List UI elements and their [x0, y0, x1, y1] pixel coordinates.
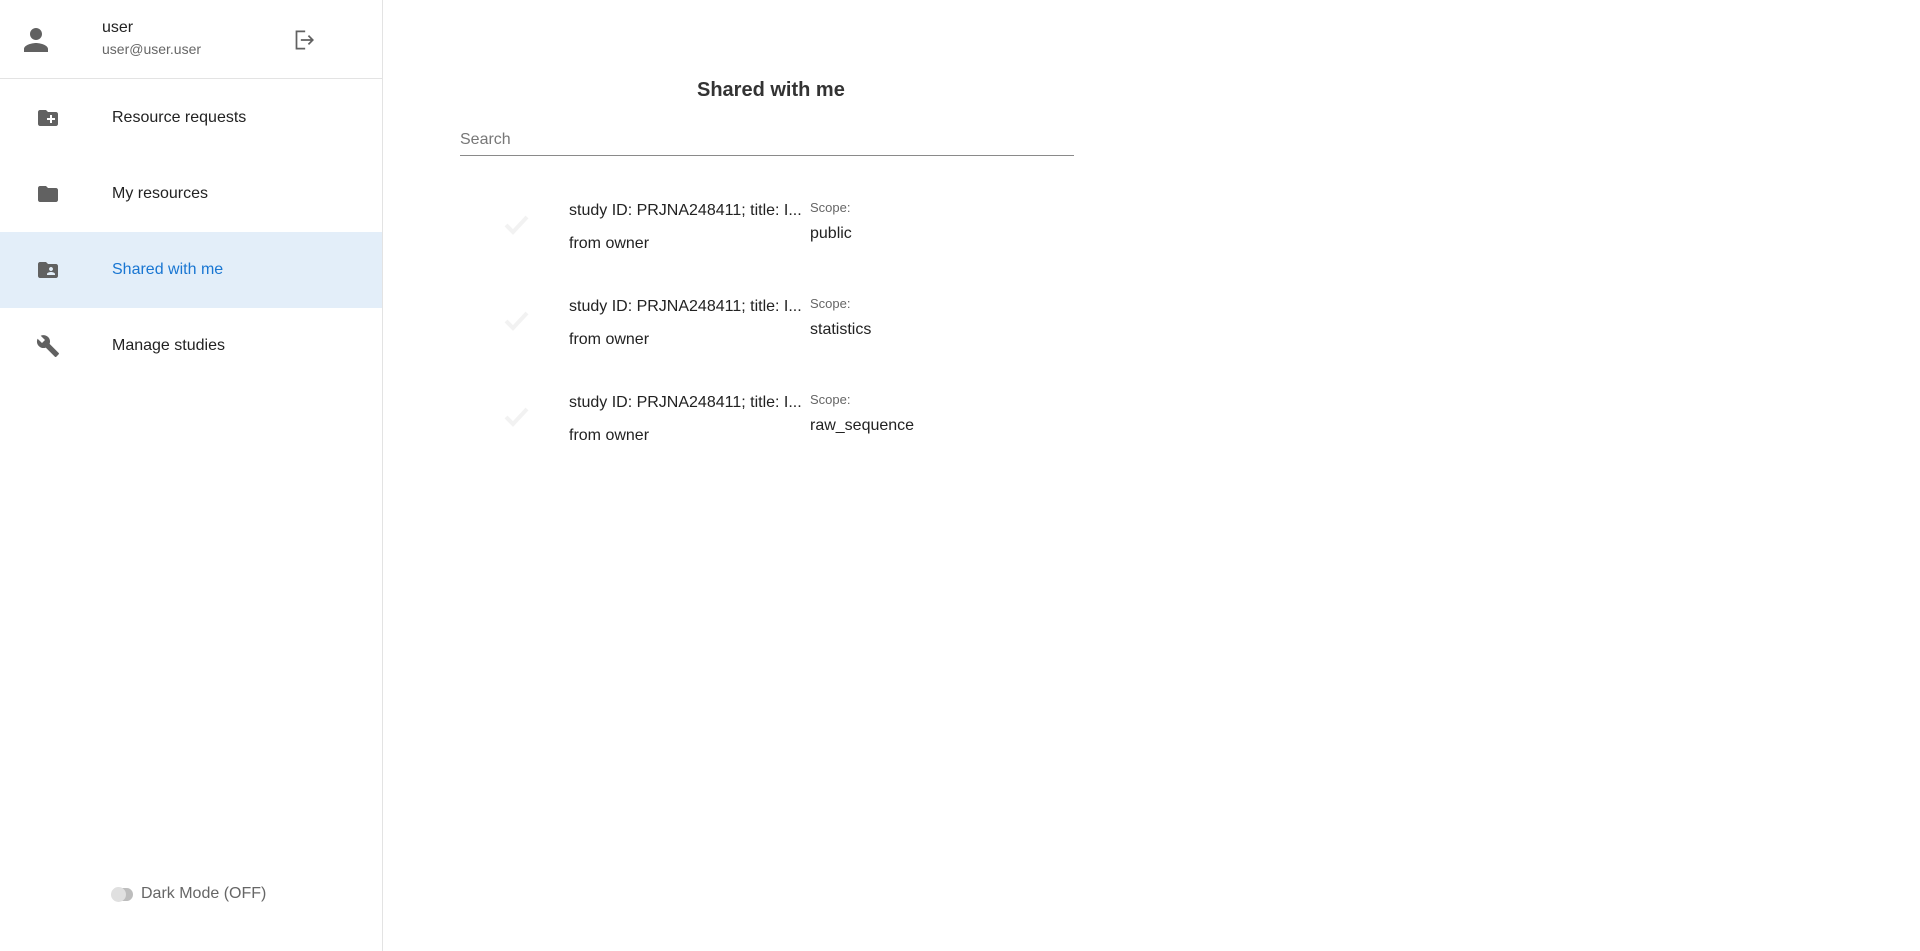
sidebar: user user@user.user Resource requests My…: [0, 0, 383, 951]
dark-mode-toggle[interactable]: Dark Mode (OFF): [111, 885, 267, 903]
scope-label: Scope:: [810, 200, 851, 215]
sidebar-item-label: Shared with me: [112, 261, 224, 278]
sidebar-item-label: Resource requests: [112, 109, 247, 126]
logout-icon[interactable]: [290, 27, 316, 53]
sidebar-nav: Resource requests My resources Shared wi…: [0, 80, 382, 384]
user-block: user user@user.user: [0, 0, 383, 79]
scope-label: Scope:: [810, 392, 851, 407]
folder-plus-icon: [38, 110, 58, 126]
user-name: user: [102, 19, 134, 36]
person-icon: [24, 28, 48, 52]
sidebar-item-shared-with-me[interactable]: Shared with me: [0, 232, 382, 308]
list-item[interactable]: study ID: PRJNA248411; title: I... from …: [460, 382, 1074, 478]
sidebar-item-label: My resources: [112, 185, 209, 202]
toggle-switch[interactable]: [111, 886, 133, 902]
check-icon: [504, 311, 529, 331]
list-item[interactable]: study ID: PRJNA248411; title: I... from …: [460, 286, 1074, 382]
item-title: study ID: PRJNA248411; title: I...: [569, 202, 802, 219]
folder-shared-icon: [38, 262, 58, 278]
check-icon: [504, 215, 529, 235]
scope-label: Scope:: [810, 296, 851, 311]
shared-resource-list: study ID: PRJNA248411; title: I... from …: [460, 190, 1074, 478]
wrench-icon: [36, 335, 59, 357]
item-owner: from owner: [569, 235, 650, 252]
check-icon: [504, 407, 529, 427]
dark-mode-label: Dark Mode (OFF): [141, 885, 267, 902]
user-email: user@user.user: [102, 41, 202, 57]
scope-value: public: [810, 225, 852, 242]
sidebar-item-my-resources[interactable]: My resources: [0, 156, 382, 232]
scope-value: statistics: [810, 321, 872, 338]
search-input[interactable]: [460, 124, 1074, 156]
item-owner: from owner: [569, 331, 650, 348]
sidebar-item-label: Manage studies: [112, 337, 225, 354]
page-title: Shared with me: [697, 79, 845, 101]
item-owner: from owner: [569, 427, 650, 444]
sidebar-item-manage-studies[interactable]: Manage studies: [0, 308, 382, 384]
item-title: study ID: PRJNA248411; title: I...: [569, 394, 802, 411]
list-item[interactable]: study ID: PRJNA248411; title: I... from …: [460, 190, 1074, 286]
toggle-thumb: [111, 886, 126, 902]
item-title: study ID: PRJNA248411; title: I...: [569, 298, 802, 315]
folder-icon: [38, 186, 58, 202]
sidebar-item-resource-requests[interactable]: Resource requests: [0, 80, 382, 156]
scope-value: raw_sequence: [810, 417, 915, 434]
